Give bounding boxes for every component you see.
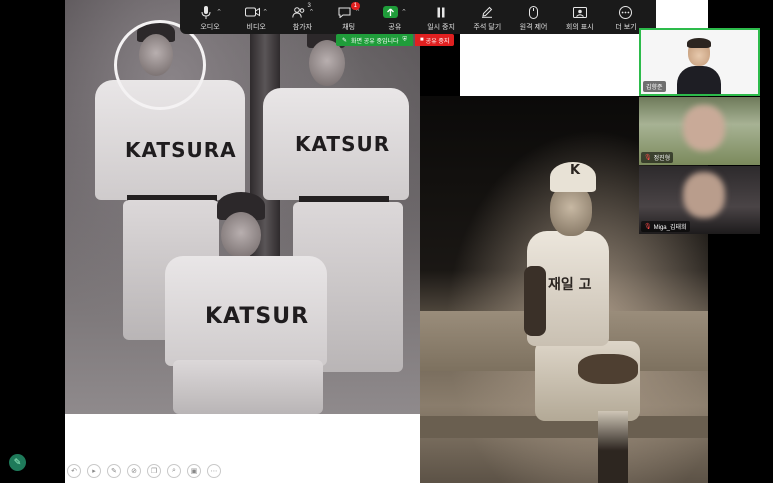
chat-label: 채팅 xyxy=(342,24,356,31)
meeting-toolbar: ⌃ 오디오 ⌃ 비디오 ⌃ 3 참가자 ⌃ 1 채팅 ⌃ 공유 일시 중지 주석… xyxy=(180,0,656,34)
cap-letter: K xyxy=(570,163,581,178)
participant-count: 3 xyxy=(307,3,311,9)
chat-badge: 1 xyxy=(350,2,360,10)
participant-name-tag: 김향준 xyxy=(643,81,666,92)
zoom-icon[interactable]: ⌕ xyxy=(167,464,181,478)
audio-label: 오디오 xyxy=(200,24,220,31)
pen-icon: ✎ xyxy=(13,457,22,467)
annotate-label: 주석 달기 xyxy=(473,24,502,31)
camera-icon[interactable]: ▣ xyxy=(187,464,201,478)
play-icon[interactable]: ▸ xyxy=(87,464,101,478)
share-label: 공유 xyxy=(388,24,402,31)
participants-button[interactable]: ⌃ 3 참가자 xyxy=(280,3,324,32)
pen-icon[interactable]: ✎ xyxy=(107,464,121,478)
copy-icon[interactable]: ❐ xyxy=(147,464,161,478)
jersey-text-3: KATSUR xyxy=(205,304,310,329)
pen-icon: ✎ xyxy=(342,37,348,44)
participant-video xyxy=(677,38,721,94)
jersey-text-1: KATSURA xyxy=(125,138,237,162)
jersey-text-right: 재일 고 xyxy=(548,277,592,293)
video-camera-icon xyxy=(244,5,260,19)
show-meeting-icon xyxy=(572,5,588,19)
chevron-up-icon[interactable]: ⌃ xyxy=(216,8,222,16)
share-status-banner: ✎ 화면 공유 중입니다 ⛨ ■ 공유 중지 xyxy=(336,34,455,46)
stop-share-button[interactable]: ■ 공유 중지 xyxy=(415,34,455,46)
annotate-button[interactable]: 주석 달기 xyxy=(465,4,509,32)
share-screen-icon xyxy=(383,5,399,19)
stamp-icon[interactable]: ⊘ xyxy=(127,464,141,478)
annotation-toolbar: ↶ ▸ ✎ ⊘ ❐ ⌕ ▣ ⋯ xyxy=(67,464,221,478)
chevron-up-icon[interactable]: ⌃ xyxy=(309,8,315,16)
microphone-icon xyxy=(198,5,214,19)
audio-button[interactable]: ⌃ 오디오 xyxy=(188,4,232,32)
participant-name-tag: 🎙 정진형 xyxy=(641,152,674,163)
baseball-glove xyxy=(578,354,638,384)
remote-control-button[interactable]: 원격 제어 xyxy=(512,4,556,32)
annotation-pen-button[interactable]: ✎ xyxy=(9,454,26,471)
video-thumbnails-panel: 김향준 🎙 정진형 🎙 Miga_김태희 xyxy=(639,28,761,235)
undo-icon[interactable]: ↶ xyxy=(67,464,81,478)
participant-name: Miga_김태희 xyxy=(653,225,687,231)
remote-control-mouse-icon xyxy=(526,5,542,19)
video-label: 비디오 xyxy=(246,24,266,31)
muted-mic-icon: 🎙 xyxy=(644,155,652,161)
participant-name: 정진형 xyxy=(653,156,671,162)
participant-name-tag: 🎙 Miga_김태희 xyxy=(641,221,690,232)
participants-icon xyxy=(291,5,307,19)
chat-button[interactable]: ⌃ 1 채팅 xyxy=(327,2,371,32)
participant-name: 김향준 xyxy=(646,85,663,91)
chevron-up-icon[interactable]: ⌃ xyxy=(262,8,268,16)
annotate-pen-icon xyxy=(479,5,495,19)
video-button[interactable]: ⌃ 비디오 xyxy=(234,4,278,32)
show-meeting-label: 회의 표시 xyxy=(565,24,594,31)
blurred-face xyxy=(683,105,725,151)
sharing-status-text: 화면 공유 중입니다 xyxy=(351,38,399,45)
video-tile-active-speaker[interactable]: 김향준 xyxy=(639,28,760,96)
stop-icon: ■ xyxy=(420,37,424,43)
shield-icon: ⛨ xyxy=(402,36,408,43)
pause-share-button[interactable]: 일시 중지 xyxy=(419,4,463,32)
more-circle-icon[interactable]: ⋯ xyxy=(207,464,221,478)
blurred-face xyxy=(683,172,725,218)
share-button[interactable]: ⌃ 공유 xyxy=(373,4,417,32)
pause-label: 일시 중지 xyxy=(427,24,455,31)
video-tile[interactable]: 🎙 Miga_김태희 xyxy=(639,166,760,234)
pause-icon xyxy=(433,5,449,19)
participants-label: 참가자 xyxy=(292,24,313,31)
sharing-indicator[interactable]: ✎ 화면 공유 중입니다 ⛨ xyxy=(336,34,414,46)
chevron-up-icon[interactable]: ⌃ xyxy=(401,8,407,16)
jersey-text-2: KATSUR xyxy=(295,132,391,156)
video-tile[interactable]: 🎙 정진형 xyxy=(639,97,760,165)
stop-share-label: 공유 중지 xyxy=(425,38,450,45)
more-icon xyxy=(618,5,634,19)
remote-control-label: 원격 제어 xyxy=(519,24,548,31)
muted-mic-icon: 🎙 xyxy=(644,224,652,230)
show-meeting-button[interactable]: 회의 표시 xyxy=(558,4,602,32)
more-label: 더 보기 xyxy=(615,24,637,31)
